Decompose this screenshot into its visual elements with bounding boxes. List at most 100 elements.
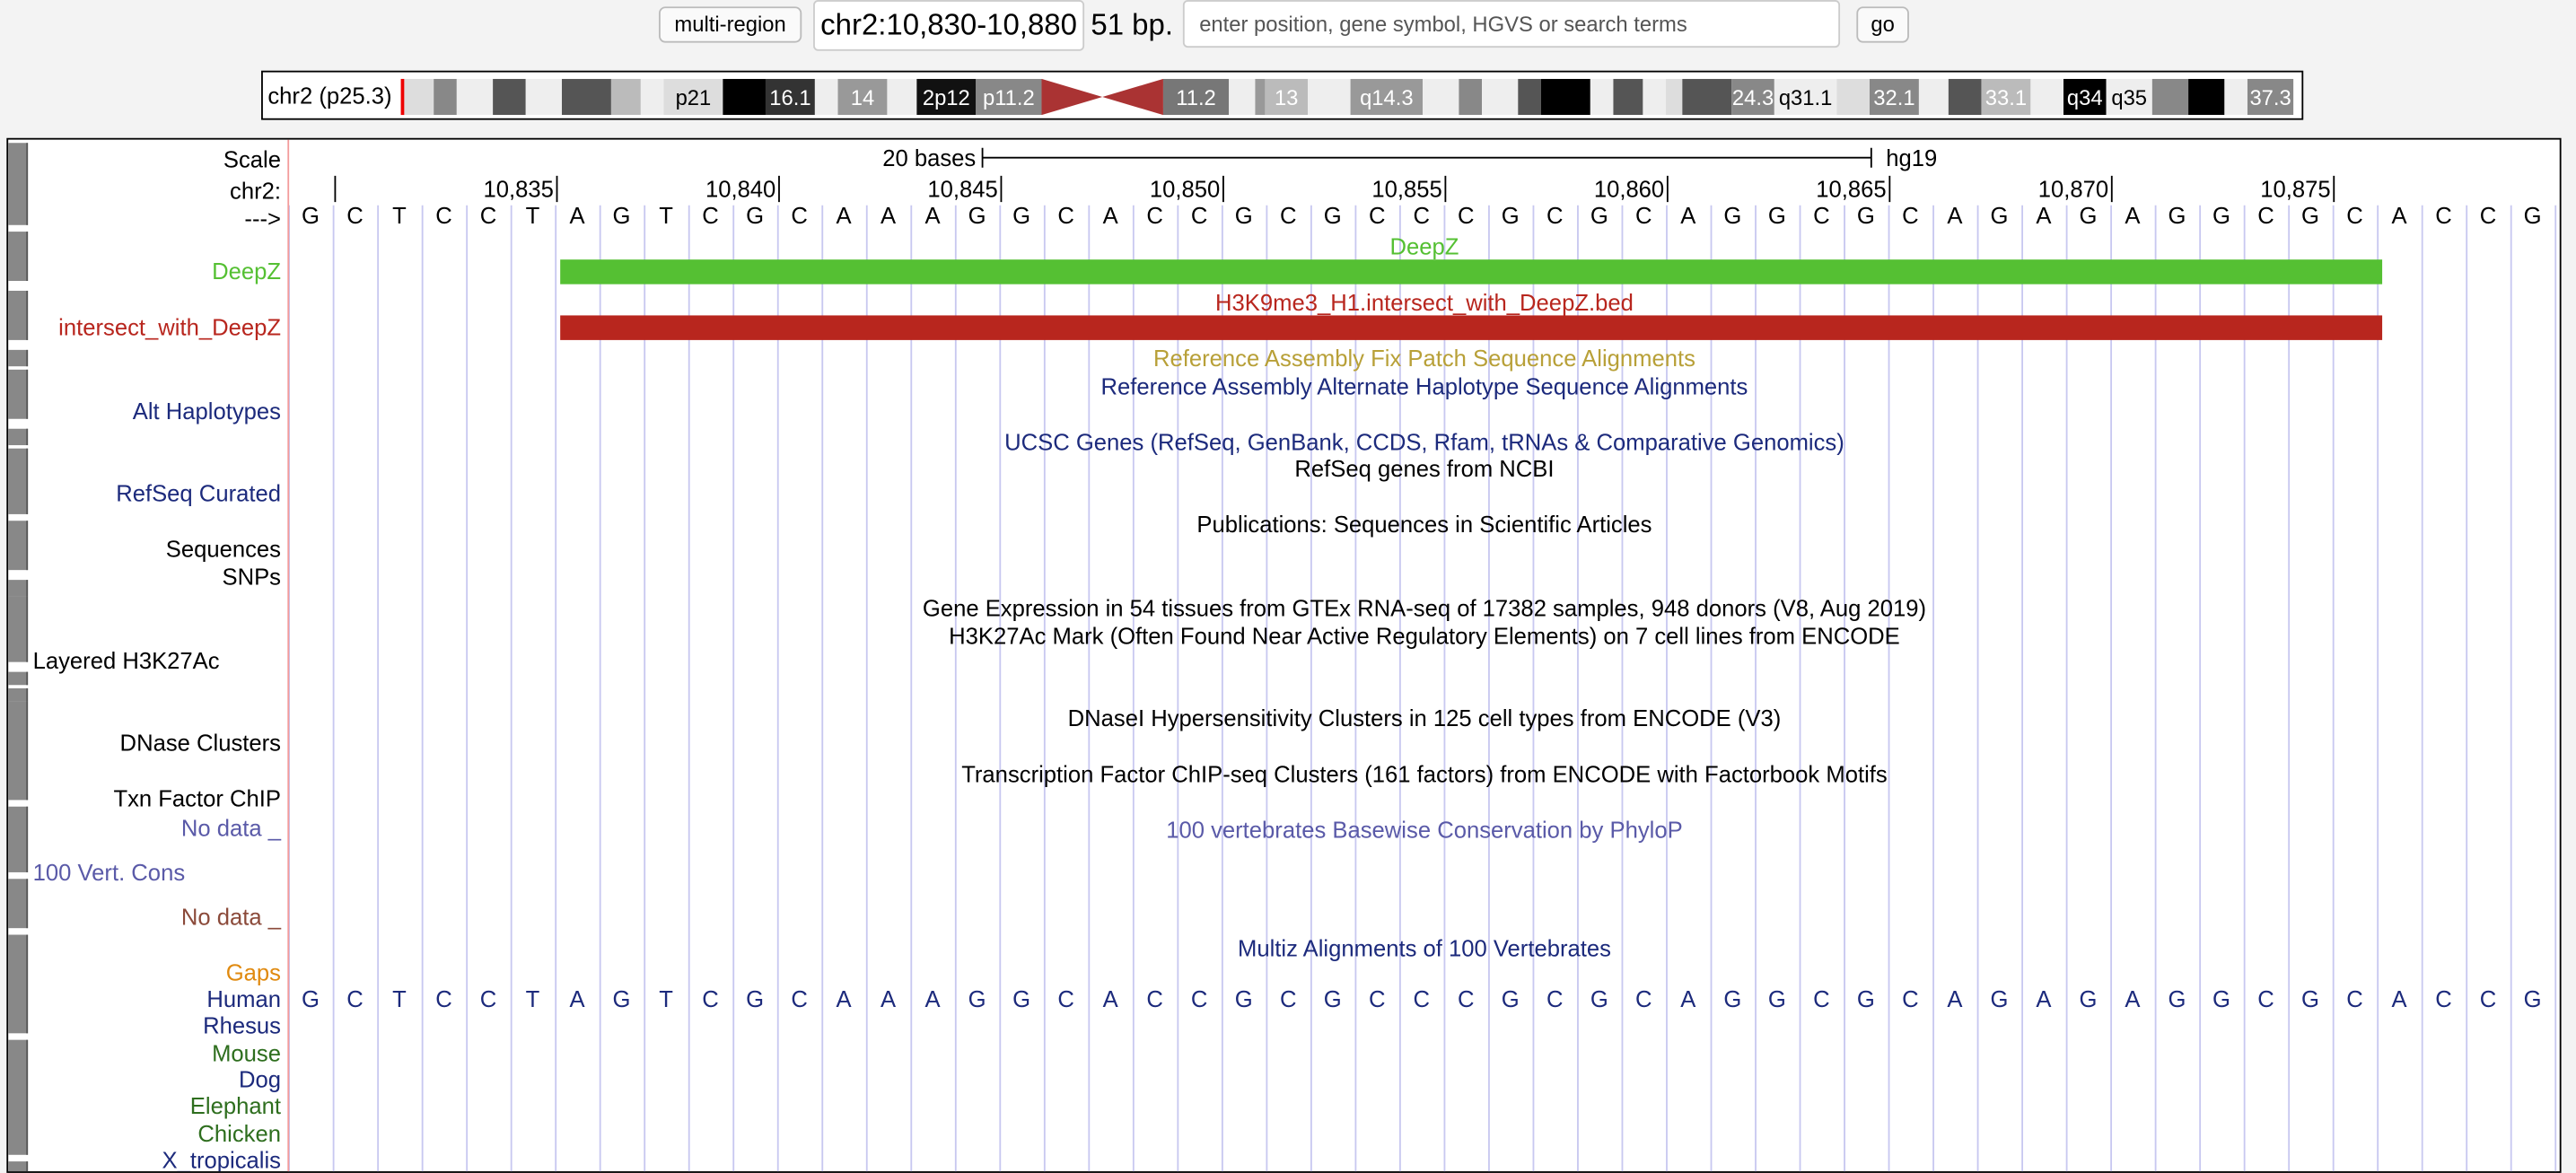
search-input[interactable] xyxy=(1182,0,1841,48)
track-title-alt-haplotypes[interactable]: Reference Assembly Alternate Haplotype S… xyxy=(1101,373,1748,399)
ideogram-band[interactable] xyxy=(1540,78,1590,116)
ideogram-band[interactable] xyxy=(640,78,664,116)
track-drag-handle[interactable] xyxy=(8,521,29,571)
track-label-alt-haplotypes[interactable]: Alt Haplotypes xyxy=(133,398,281,424)
track-image[interactable]: 20 bases hg19 10,835 10,840 10,845 10,850 10,8… xyxy=(6,137,2562,1173)
track-label-h3k27ac[interactable]: Layered H3K27Ac xyxy=(33,647,220,673)
track-label-refseq[interactable]: RefSeq Curated xyxy=(116,479,281,505)
track-label-dnase[interactable]: DNase Clusters xyxy=(120,730,281,756)
ideogram-band[interactable] xyxy=(610,78,641,116)
track-drag-handle[interactable] xyxy=(8,369,29,419)
human-base-letter: A xyxy=(1680,987,1696,1012)
track-title-phylop[interactable]: 100 vertebrates Basewise Conservation by… xyxy=(1166,817,1682,843)
chrom-label[interactable]: chr2: xyxy=(230,178,281,204)
track-label-deepz[interactable]: DeepZ xyxy=(212,258,281,284)
chromosome-ideogram[interactable]: chr2 (p25.3) p21 16.1 14 2p12 p11.2 11.2 13 q14… xyxy=(261,70,2304,120)
track-title-intersect[interactable]: H3K9me3_H1.intersect_with_DeepZ.bed xyxy=(1215,289,1634,315)
multiz-species-label[interactable]: X_tropicalis xyxy=(162,1146,281,1171)
multiz-species-label[interactable]: Chicken xyxy=(197,1119,281,1145)
base-letter: C xyxy=(1635,204,1652,229)
ideogram-band[interactable] xyxy=(2224,78,2247,116)
ideogram-band[interactable] xyxy=(1307,78,1351,116)
track-title-multiz[interactable]: Multiz Alignments of 100 Vertebrates xyxy=(1238,934,1611,960)
intersect-feature-bar[interactable] xyxy=(560,315,2383,340)
track-title-txn[interactable]: Transcription Factor ChIP-seq Clusters (… xyxy=(961,760,1888,786)
ideogram-band-label: 16.1 xyxy=(769,86,810,110)
go-button[interactable]: go xyxy=(1856,6,1909,43)
ideogram-band[interactable] xyxy=(1613,78,1643,116)
ideogram-band[interactable] xyxy=(434,78,457,116)
ideogram-band[interactable] xyxy=(814,78,838,116)
ideogram-band[interactable] xyxy=(1948,78,1982,116)
ideogram-band[interactable] xyxy=(1918,78,1949,116)
track-drag-handle[interactable] xyxy=(8,1039,29,1155)
phylop-no-data-top[interactable]: No data _ xyxy=(181,815,281,841)
track-label-phylop[interactable]: 100 Vert. Cons xyxy=(33,859,186,885)
ideogram-band[interactable] xyxy=(1643,78,1667,116)
track-title-dnase[interactable]: DNaseI Hypersensitivity Clusters in 125 … xyxy=(1068,705,1782,731)
ideogram-band[interactable] xyxy=(1423,78,1459,116)
ideogram-band[interactable] xyxy=(1255,78,1266,116)
track-title-h3k27ac[interactable]: H3K27Ac Mark (Often Found Near Active Re… xyxy=(949,623,1900,649)
track-drag-handle[interactable] xyxy=(8,879,29,929)
base-letter: G xyxy=(302,204,320,229)
track-drag-handle[interactable] xyxy=(8,580,29,597)
ideogram-band[interactable] xyxy=(1482,78,1519,116)
strand-label[interactable]: ---> xyxy=(244,206,281,232)
track-title-refseq[interactable]: RefSeq genes from NCBI xyxy=(1294,455,1554,481)
ideogram-band-label: 32.1 xyxy=(1873,86,1914,110)
ideogram-band[interactable] xyxy=(2151,78,2189,116)
ideogram-band[interactable] xyxy=(1666,78,1683,116)
multiz-species-label[interactable]: Rhesus xyxy=(203,1012,281,1038)
ideogram-band[interactable] xyxy=(2188,78,2225,116)
deepz-feature-bar[interactable] xyxy=(560,259,2383,284)
ideogram-band[interactable] xyxy=(723,78,766,116)
multiz-species-label[interactable]: Elephant xyxy=(190,1093,281,1119)
track-label-sequences[interactable]: Sequences xyxy=(166,536,281,562)
track-label-intersect[interactable]: intersect_with_DeepZ xyxy=(58,314,281,340)
ideogram-band[interactable] xyxy=(525,78,562,116)
track-drag-handle[interactable] xyxy=(8,687,29,702)
ideogram-band[interactable] xyxy=(1682,78,1732,116)
ideogram-band[interactable] xyxy=(2030,78,2063,116)
track-title-fix-patch[interactable]: Reference Assembly Fix Patch Sequence Al… xyxy=(1153,345,1695,371)
ideogram-band[interactable] xyxy=(456,78,494,116)
multiz-species-label[interactable]: Human xyxy=(206,985,281,1011)
human-base-letter: C xyxy=(1280,987,1296,1012)
track-drag-handle[interactable] xyxy=(8,428,29,446)
track-label-txn[interactable]: Txn Factor ChIP xyxy=(113,785,281,811)
track-drag-handle[interactable] xyxy=(8,448,29,514)
track-title-gtex[interactable]: Gene Expression in 54 tissues from GTEx … xyxy=(923,595,1926,621)
ideogram-band[interactable] xyxy=(887,78,917,116)
phylop-no-data-bottom[interactable]: No data _ xyxy=(181,904,281,930)
human-base-letter: G xyxy=(1502,987,1520,1012)
ideogram-band[interactable] xyxy=(1229,78,1256,116)
track-drag-handle[interactable] xyxy=(8,232,29,281)
multiz-species-label[interactable]: Dog xyxy=(239,1066,281,1092)
track-drag-handle[interactable] xyxy=(8,701,29,801)
track-title-publications[interactable]: Publications: Sequences in Scientific Ar… xyxy=(1196,511,1652,537)
ideogram-band[interactable] xyxy=(493,78,526,116)
track-drag-handle[interactable] xyxy=(8,806,29,872)
ideogram-band[interactable] xyxy=(1836,78,1870,116)
scale-label[interactable]: Scale xyxy=(223,146,281,172)
multi-region-button[interactable]: multi-region xyxy=(658,6,802,43)
track-drag-handle[interactable] xyxy=(8,671,29,686)
track-title-ucsc-genes[interactable]: UCSC Genes (RefSeq, GenBank, CCDS, Rfam,… xyxy=(1004,429,1844,455)
track-drag-handle[interactable] xyxy=(8,596,29,662)
ideogram-bands[interactable]: p21 16.1 14 2p12 p11.2 11.2 13 q14.3 24.3 q31.1 32… xyxy=(400,78,2294,116)
ideogram-band[interactable] xyxy=(1518,78,1541,116)
track-title-deepz[interactable]: DeepZ xyxy=(1389,233,1459,259)
track-label-snps[interactable]: SNPs xyxy=(222,564,281,590)
ideogram-band[interactable] xyxy=(561,78,611,116)
track-drag-handle[interactable] xyxy=(8,1161,29,1172)
track-drag-handle[interactable] xyxy=(8,349,29,367)
ideogram-band[interactable] xyxy=(1459,78,1483,116)
track-drag-handle[interactable] xyxy=(8,934,29,1034)
multiz-species-label[interactable]: Mouse xyxy=(212,1039,281,1065)
multiz-gaps-label[interactable]: Gaps xyxy=(226,959,281,985)
ideogram-band[interactable] xyxy=(1590,78,1614,116)
track-drag-handle[interactable] xyxy=(8,143,29,225)
track-drag-handle[interactable] xyxy=(8,290,29,340)
ideogram-band[interactable] xyxy=(404,78,434,116)
